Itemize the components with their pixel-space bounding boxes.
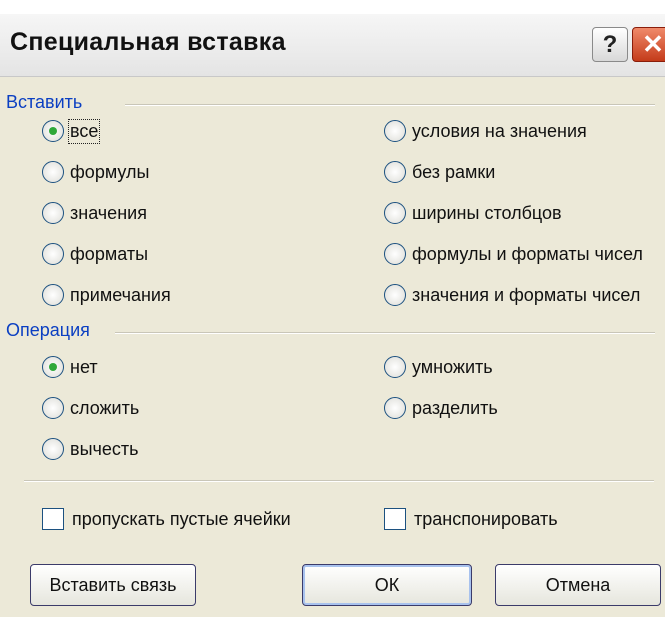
radio-icon[interactable] <box>384 202 406 224</box>
close-button[interactable]: ✕ <box>632 27 665 62</box>
paste-option-column-widths[interactable]: ширины столбцов <box>384 200 562 226</box>
option-label: формулы и форматы чисел <box>412 243 643 264</box>
paste-option-values-number-formats[interactable]: значения и форматы чисел <box>384 282 640 308</box>
paste-link-button[interactable]: Вставить связь <box>30 564 196 606</box>
paste-option-validation[interactable]: условия на значения <box>384 118 587 144</box>
operation-group-title: Операция <box>6 320 90 340</box>
ok-button[interactable]: ОК <box>302 564 472 606</box>
option-label: сложить <box>70 397 140 418</box>
radio-icon[interactable] <box>384 161 406 183</box>
option-label: вычесть <box>70 438 139 459</box>
option-label: все <box>67 118 101 144</box>
dialog-title: Специальная вставка <box>10 28 286 56</box>
radio-icon[interactable] <box>384 356 406 378</box>
option-label: значения <box>70 202 147 223</box>
operation-option-divide[interactable]: разделить <box>384 395 498 421</box>
radio-icon[interactable] <box>384 120 406 142</box>
radio-icon[interactable] <box>42 284 64 306</box>
operation-option-subtract[interactable]: вычесть <box>42 436 139 462</box>
paste-option-formats[interactable]: форматы <box>42 241 148 267</box>
operation-group-line <box>115 332 655 334</box>
radio-icon[interactable] <box>42 438 64 460</box>
radio-icon[interactable] <box>384 284 406 306</box>
title-bar[interactable]: Специальная вставка ? ✕ <box>0 14 665 77</box>
radio-icon[interactable] <box>384 243 406 265</box>
operation-option-add[interactable]: сложить <box>42 395 139 421</box>
operation-option-multiply[interactable]: умножить <box>384 354 493 380</box>
paste-option-all[interactable]: все <box>42 118 101 144</box>
radio-icon[interactable] <box>42 120 64 142</box>
help-button[interactable]: ? <box>592 27 628 62</box>
radio-icon[interactable] <box>42 243 64 265</box>
checkbox-label: транспонировать <box>414 508 558 529</box>
paste-option-formulas-number-formats[interactable]: формулы и форматы чисел <box>384 241 643 267</box>
separator <box>24 480 654 482</box>
checkbox-icon[interactable] <box>42 508 64 530</box>
transpose-checkbox[interactable]: транспонировать <box>384 506 558 532</box>
option-label: без рамки <box>412 161 496 182</box>
radio-icon[interactable] <box>384 397 406 419</box>
option-label: нет <box>70 356 98 377</box>
option-label: примечания <box>70 284 171 305</box>
operation-option-none[interactable]: нет <box>42 354 98 380</box>
checkbox-icon[interactable] <box>384 508 406 530</box>
radio-icon[interactable] <box>42 202 64 224</box>
option-label: ширины столбцов <box>412 202 562 223</box>
skip-blanks-checkbox[interactable]: пропускать пустые ячейки <box>42 506 291 532</box>
paste-group-line <box>125 104 655 106</box>
checkbox-label: пропускать пустые ячейки <box>72 508 291 529</box>
option-label: условия на значения <box>412 120 587 141</box>
paste-option-comments[interactable]: примечания <box>42 282 171 308</box>
radio-icon[interactable] <box>42 397 64 419</box>
paste-option-values[interactable]: значения <box>42 200 147 226</box>
paste-option-formulas[interactable]: формулы <box>42 159 149 185</box>
option-label: формулы <box>70 161 150 182</box>
paste-option-no-borders[interactable]: без рамки <box>384 159 495 185</box>
option-label: форматы <box>70 243 149 264</box>
cancel-button[interactable]: Отмена <box>495 564 661 606</box>
radio-icon[interactable] <box>42 161 64 183</box>
paste-special-dialog: Специальная вставка ? ✕ Вставить все фор… <box>0 14 665 617</box>
option-label: разделить <box>412 397 498 418</box>
radio-icon[interactable] <box>42 356 64 378</box>
option-label: умножить <box>412 356 493 377</box>
option-label: значения и форматы чисел <box>412 284 641 305</box>
paste-group-title: Вставить <box>6 92 83 112</box>
